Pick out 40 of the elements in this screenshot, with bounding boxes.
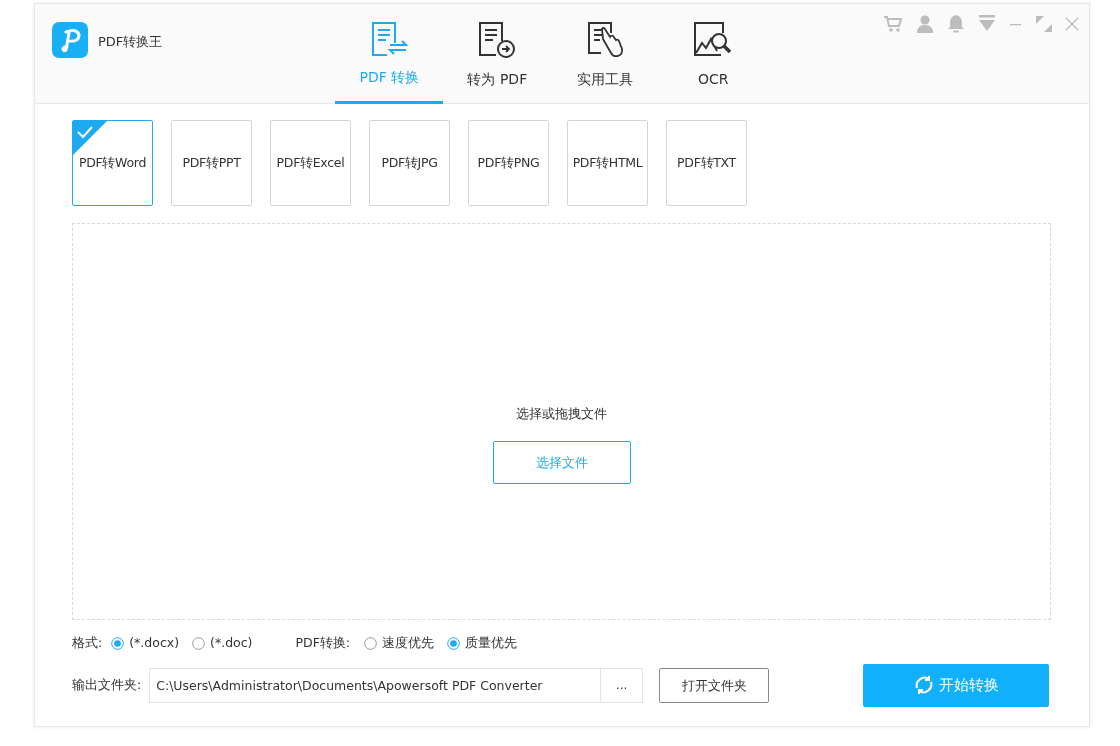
close-icon[interactable] xyxy=(1065,16,1079,31)
refresh-icon xyxy=(913,675,934,696)
radio-option[interactable]: 速度优先 xyxy=(364,634,435,653)
document-swap-icon xyxy=(369,21,410,57)
format-label: 格式: xyxy=(72,634,103,652)
open-folder-button[interactable]: 打开文件夹 xyxy=(659,667,770,703)
nav-tab[interactable]: OCR xyxy=(659,4,768,104)
format-option[interactable]: PDF转JPG xyxy=(369,120,450,206)
image-search-icon xyxy=(693,21,734,59)
output-folder-label: 输出文件夹: xyxy=(72,675,142,694)
document-hand-icon xyxy=(585,21,626,59)
radio-selected-icon xyxy=(447,636,461,650)
format-option[interactable]: PDF转HTML xyxy=(567,120,648,206)
app-logo xyxy=(52,22,88,58)
radio-empty-icon xyxy=(364,636,378,650)
conversion-label: PDF转换: xyxy=(295,634,351,652)
format-option[interactable]: PDF转Excel xyxy=(270,120,351,206)
radio-option[interactable]: 质量优先 xyxy=(447,634,518,653)
nav-tab[interactable]: 实用工具 xyxy=(551,4,660,104)
format-option[interactable]: PDF转PNG xyxy=(468,120,549,206)
download-icon[interactable] xyxy=(978,15,996,32)
radio-option[interactable]: (*.doc) xyxy=(192,634,253,653)
document-arrow-icon xyxy=(478,21,517,59)
drop-zone[interactable]: 选择或拖拽文件 选择文件 xyxy=(72,223,1051,620)
radio-option[interactable]: (*.docx) xyxy=(111,634,180,653)
output-path-field[interactable]: C:\Users\Administrator\Documents\Apowersoft PDF Converter xyxy=(149,667,601,703)
restore-icon[interactable] xyxy=(1036,15,1052,32)
radio-selected-icon xyxy=(111,636,125,650)
bell-icon[interactable] xyxy=(947,14,965,33)
format-option[interactable]: PDF转TXT xyxy=(666,120,747,206)
user-icon[interactable] xyxy=(916,14,934,33)
drop-prompt: 选择或拖拽文件 xyxy=(516,404,607,423)
format-option[interactable]: PDF转PPT xyxy=(171,120,252,206)
cart-icon[interactable] xyxy=(883,14,903,33)
format-option[interactable]: PDF转Word xyxy=(72,120,153,206)
browse-button[interactable]: ... xyxy=(600,667,644,703)
selected-check-icon xyxy=(73,121,107,155)
radio-empty-icon xyxy=(192,636,206,650)
app-title: PDF转换王 xyxy=(98,33,163,51)
nav-tab[interactable]: 转为 PDF xyxy=(443,4,552,104)
